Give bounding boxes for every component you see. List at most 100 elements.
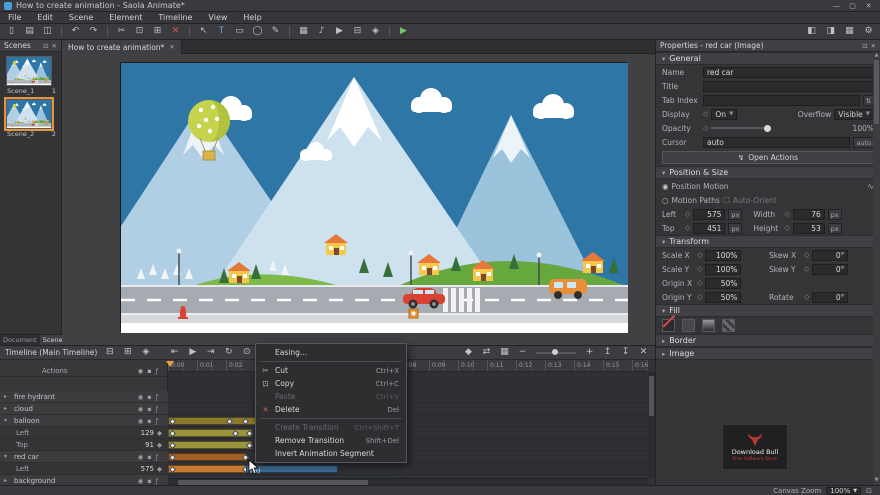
add-keyframe-icon[interactable]: ◇ [685, 210, 690, 218]
add-keyframe-icon[interactable]: ◇ [685, 224, 690, 232]
menu-file[interactable]: File [6, 13, 23, 22]
scrollbar-thumb[interactable] [874, 60, 879, 124]
timeline-hscrollbar[interactable] [168, 478, 648, 485]
eye-icon[interactable]: ◉ [138, 453, 144, 461]
keyframe-icon[interactable]: ◆ [157, 465, 164, 473]
add-keyframe-icon[interactable]: ◇ [784, 210, 789, 218]
section-transform-header[interactable]: ▾ Transform [656, 235, 880, 248]
unit-chip[interactable]: px [828, 223, 842, 234]
preview-icon[interactable]: ▶ [397, 25, 410, 38]
fill-none-swatch[interactable] [662, 319, 675, 332]
go-start-icon[interactable]: ⇤ [168, 346, 181, 359]
text-tool-icon[interactable]: T [215, 25, 228, 38]
keyframe-diamond[interactable] [246, 441, 253, 448]
motion-paths-radio[interactable]: ○ [662, 196, 669, 205]
title-input[interactable] [703, 81, 874, 92]
fx-icon[interactable]: ƒ [156, 417, 158, 425]
scene-thumbnail-2[interactable]: Scene_2 2 [6, 99, 57, 138]
timeline-layer-left[interactable]: Left129◆ [0, 427, 168, 439]
scroll-down-icon[interactable]: ▼ [873, 477, 880, 485]
menu-edit[interactable]: Edit [35, 13, 55, 22]
left-value[interactable]: 575 [693, 209, 725, 220]
capture-icon[interactable]: ⊙ [240, 346, 253, 359]
fx-icon[interactable]: ƒ [156, 367, 158, 375]
div-icon[interactable]: ⊟ [351, 25, 364, 38]
pointer-tool-icon[interactable]: ↖ [197, 25, 210, 38]
property-value[interactable]: 91 [145, 441, 154, 449]
new-project-icon[interactable]: ▯ [5, 25, 18, 38]
properties-scrollbar[interactable]: ▲ ▼ [873, 52, 880, 485]
timeline-layer-left[interactable]: Left575◆ [0, 463, 168, 475]
add-keyframe-icon[interactable]: ◇ [804, 265, 809, 273]
canvas-zoom-dropdown[interactable]: 100% ▼ [826, 487, 861, 495]
context-menu-item-cut[interactable]: ✂CutCtrl+X [256, 364, 406, 377]
keyframe-icon[interactable]: ◆ [157, 441, 164, 449]
menu-timeline[interactable]: Timeline [156, 13, 194, 22]
timeline-layer-balloon[interactable]: ▾balloon◉▪ƒ [0, 415, 168, 427]
keyframe-diamond[interactable] [232, 429, 239, 436]
video-icon[interactable]: ▶ [333, 25, 346, 38]
width-value[interactable]: 76 [793, 209, 825, 220]
redo-icon[interactable]: ↷ [87, 25, 100, 38]
context-menu-item-copy[interactable]: ⊡CopyCtrl+C [256, 377, 406, 390]
symbol-icon[interactable]: ◈ [369, 25, 382, 38]
expand-icon[interactable]: ▸ [4, 477, 11, 484]
add-keyframe-icon[interactable]: ◇ [697, 265, 702, 273]
section-image-header[interactable]: ▸ Image [656, 347, 880, 360]
lock-icon[interactable]: ▪ [147, 453, 151, 461]
keyframe-diamond[interactable] [169, 465, 176, 472]
scrollbar-thumb[interactable] [649, 376, 654, 416]
scale-x-value[interactable]: 100% [705, 250, 741, 261]
skew-x-value[interactable]: 0° [812, 250, 848, 261]
add-keyframe-icon[interactable]: ◇ [703, 124, 708, 132]
expand-icon[interactable]: ▸ [4, 393, 11, 400]
slider-handle[interactable] [552, 349, 558, 355]
workspace-icon[interactable]: ▦ [843, 25, 856, 38]
ellipse-tool-icon[interactable]: ◯ [251, 25, 264, 38]
layout-left-icon[interactable]: ◧ [805, 25, 818, 38]
animation-segment[interactable] [168, 429, 252, 437]
image-icon[interactable]: ▦ [297, 25, 310, 38]
section-border-header[interactable]: ▸ Border [656, 334, 880, 347]
minimize-button[interactable]: — [829, 1, 844, 11]
lock-icon[interactable]: ▪ [147, 367, 151, 375]
timeline-layer-cloud[interactable]: ▸cloud◉▪ƒ [0, 403, 168, 415]
playhead-marker[interactable] [166, 361, 174, 367]
expand-icon[interactable]: ▸ [4, 405, 11, 412]
animation-segment[interactable] [168, 465, 246, 473]
close-icon[interactable]: ✕ [637, 346, 650, 359]
close-tab-icon[interactable]: ✕ [169, 43, 174, 51]
play-icon[interactable]: ▶ [186, 346, 199, 359]
timeline-zoom-slider[interactable] [536, 352, 576, 354]
menu-help[interactable]: Help [241, 13, 263, 22]
context-menu-item-invert-animation-segment[interactable]: Invert Animation Segment [256, 447, 406, 460]
timeline-zoom-out-icon[interactable]: − [516, 346, 529, 359]
tabindex-input[interactable] [703, 95, 860, 106]
open-actions-button[interactable]: ↯ Open Actions [662, 151, 874, 164]
top-value[interactable]: 451 [693, 223, 725, 234]
close-button[interactable]: ✕ [861, 1, 876, 11]
fx-icon[interactable]: ƒ [156, 453, 158, 461]
animation-segment[interactable] [168, 441, 252, 449]
scale-y-value[interactable]: 100% [705, 264, 741, 275]
expand-all-icon[interactable]: ↥ [601, 346, 614, 359]
canvas-area[interactable] [62, 54, 655, 345]
fx-icon[interactable]: ƒ [156, 393, 158, 401]
settings-icon[interactable]: ⚙ [862, 25, 875, 38]
timeline-ruler[interactable]: 0:000:010:020:030:040:050:060:070:080:09… [168, 360, 648, 372]
menu-element[interactable]: Element [107, 13, 144, 22]
fx-icon[interactable]: ƒ [156, 477, 158, 485]
add-keyframe-icon[interactable]: ◇ [697, 279, 702, 287]
timeline-vscrollbar[interactable] [648, 372, 655, 478]
maximize-button[interactable]: ▢ [845, 1, 860, 11]
rectangle-tool-icon[interactable]: ▭ [233, 25, 246, 38]
go-end-icon[interactable]: ⇥ [204, 346, 217, 359]
add-keyframe-icon[interactable]: ◇ [784, 224, 789, 232]
property-value[interactable]: 129 [141, 429, 154, 437]
lock-icon[interactable]: ▪ [147, 477, 151, 485]
section-possize-header[interactable]: ▾ Position & Size [656, 166, 880, 179]
keyframe-diamond[interactable] [169, 453, 176, 460]
fill-gradient-swatch[interactable] [702, 319, 715, 332]
audio-icon[interactable]: ♪ [315, 25, 328, 38]
layout-right-icon[interactable]: ◨ [824, 25, 837, 38]
